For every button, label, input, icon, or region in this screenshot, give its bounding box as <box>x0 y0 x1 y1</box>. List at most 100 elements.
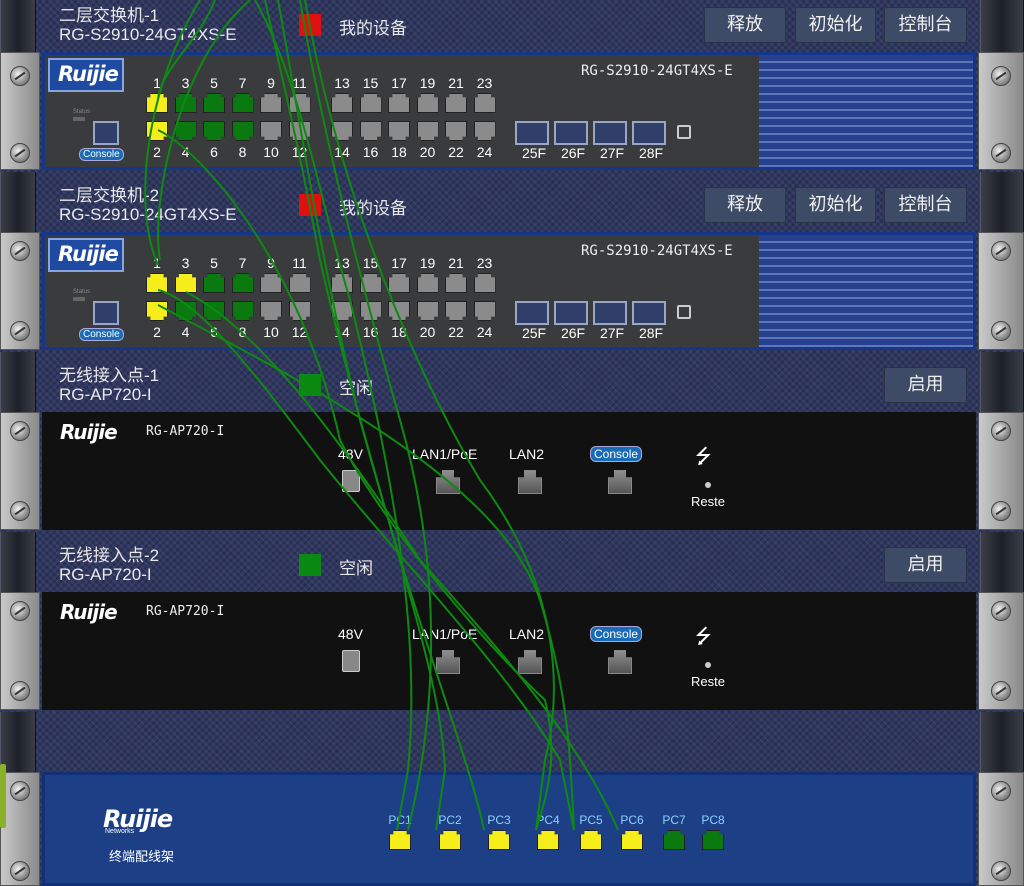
ethernet-port[interactable] <box>231 93 254 113</box>
ethernet-port[interactable] <box>174 93 197 113</box>
ethernet-port[interactable] <box>416 301 439 321</box>
reset-button[interactable] <box>705 482 711 488</box>
ethernet-port[interactable] <box>359 301 382 321</box>
ethernet-port[interactable] <box>445 273 467 293</box>
pc-port[interactable] <box>663 830 685 850</box>
pc-port[interactable] <box>580 830 602 850</box>
initialize-button[interactable]: 初始化 <box>795 7 876 43</box>
ethernet-port[interactable] <box>416 273 439 293</box>
ethernet-port[interactable] <box>359 273 382 293</box>
ethernet-port[interactable] <box>231 301 254 321</box>
ethernet-port[interactable] <box>473 121 496 141</box>
release-button[interactable]: 释放 <box>704 7 786 43</box>
power-label: 48V <box>338 446 363 462</box>
ethernet-port[interactable] <box>388 93 410 113</box>
screw-icon <box>10 501 30 521</box>
pc-port[interactable] <box>488 830 510 850</box>
port-number: 5 <box>210 255 218 271</box>
sfp-port[interactable] <box>515 121 549 145</box>
sfp-port[interactable] <box>515 301 549 325</box>
ethernet-port[interactable] <box>174 301 197 321</box>
sfp-port[interactable] <box>632 121 666 145</box>
pc-port[interactable] <box>702 830 724 850</box>
port-number: 19 <box>419 75 436 91</box>
console-button[interactable]: 控制台 <box>884 187 967 223</box>
sfp-port[interactable] <box>593 301 627 325</box>
console-port[interactable] <box>93 301 119 325</box>
ethernet-port[interactable] <box>288 301 311 321</box>
lan1-port[interactable] <box>436 650 460 674</box>
pc-port[interactable] <box>439 830 461 850</box>
ethernet-port[interactable] <box>473 93 496 113</box>
ethernet-port[interactable] <box>260 301 282 321</box>
ethernet-port[interactable] <box>288 121 311 141</box>
ethernet-port[interactable] <box>174 273 197 293</box>
sfp-label: 27F <box>599 145 625 161</box>
rack-rail-right <box>980 712 1024 772</box>
port-number: 9 <box>267 255 275 271</box>
port-number: 8 <box>238 144 247 160</box>
ethernet-port[interactable] <box>260 93 282 113</box>
sfp-port[interactable] <box>593 121 627 145</box>
lan2-label: LAN2 <box>509 626 545 642</box>
ethernet-port[interactable] <box>146 121 168 141</box>
ethernet-port[interactable] <box>473 273 496 293</box>
ethernet-port[interactable] <box>174 121 197 141</box>
switch-front-panel: Ruijie RG-S2910-24GT4XS-E Status Console 1 2 3… <box>42 52 976 170</box>
lan1-port[interactable] <box>436 470 460 494</box>
ethernet-port[interactable] <box>416 93 439 113</box>
console-port[interactable] <box>608 650 632 674</box>
ethernet-port[interactable] <box>445 93 467 113</box>
switch-1-unit: Ruijie RG-S2910-24GT4XS-E Status Console 1 2 3… <box>0 52 1024 170</box>
console-button[interactable]: 控制台 <box>884 7 967 43</box>
ethernet-port[interactable] <box>331 273 353 293</box>
ethernet-port[interactable] <box>203 301 225 321</box>
ethernet-port[interactable] <box>146 273 168 293</box>
ethernet-port[interactable] <box>331 121 353 141</box>
vent-grille <box>759 55 973 167</box>
pc-port[interactable] <box>389 830 411 850</box>
pc-port[interactable] <box>537 830 559 850</box>
power-port[interactable] <box>342 470 360 492</box>
ethernet-port[interactable] <box>231 273 254 293</box>
enable-button[interactable]: 启用 <box>884 547 967 583</box>
ethernet-port[interactable] <box>445 301 467 321</box>
switch-model-label: RG-S2910-24GT4XS-E <box>581 243 733 259</box>
screw-icon <box>991 421 1011 441</box>
ethernet-port[interactable] <box>203 273 225 293</box>
enable-button[interactable]: 启用 <box>884 367 967 403</box>
ethernet-port[interactable] <box>260 121 282 141</box>
device-name: 二层交换机-1 <box>59 6 160 25</box>
ethernet-port[interactable] <box>388 121 410 141</box>
reset-button[interactable] <box>705 662 711 668</box>
ethernet-port[interactable] <box>288 273 311 293</box>
console-port[interactable] <box>608 470 632 494</box>
ethernet-port[interactable] <box>331 93 353 113</box>
ethernet-port[interactable] <box>331 301 353 321</box>
lan2-port[interactable] <box>518 470 542 494</box>
power-port[interactable] <box>342 650 360 672</box>
ethernet-port[interactable] <box>203 121 225 141</box>
initialize-button[interactable]: 初始化 <box>795 187 876 223</box>
ethernet-port[interactable] <box>359 121 382 141</box>
ethernet-port[interactable] <box>473 301 496 321</box>
ethernet-port[interactable] <box>203 93 225 113</box>
ethernet-port[interactable] <box>388 273 410 293</box>
ethernet-port[interactable] <box>288 93 311 113</box>
sfp-port[interactable] <box>554 301 588 325</box>
ethernet-port[interactable] <box>260 273 282 293</box>
ethernet-port[interactable] <box>146 301 168 321</box>
ethernet-port[interactable] <box>231 121 254 141</box>
ethernet-port[interactable] <box>416 121 439 141</box>
lan2-port[interactable] <box>518 650 542 674</box>
release-button[interactable]: 释放 <box>704 187 786 223</box>
sfp-port[interactable] <box>632 301 666 325</box>
ethernet-port[interactable] <box>445 121 467 141</box>
ethernet-port[interactable] <box>388 301 410 321</box>
ethernet-port[interactable] <box>359 93 382 113</box>
pc-port[interactable] <box>621 830 643 850</box>
logo-subtitle: Networks <box>105 828 135 835</box>
sfp-port[interactable] <box>554 121 588 145</box>
ethernet-port[interactable] <box>146 93 168 113</box>
console-port[interactable] <box>93 121 119 145</box>
